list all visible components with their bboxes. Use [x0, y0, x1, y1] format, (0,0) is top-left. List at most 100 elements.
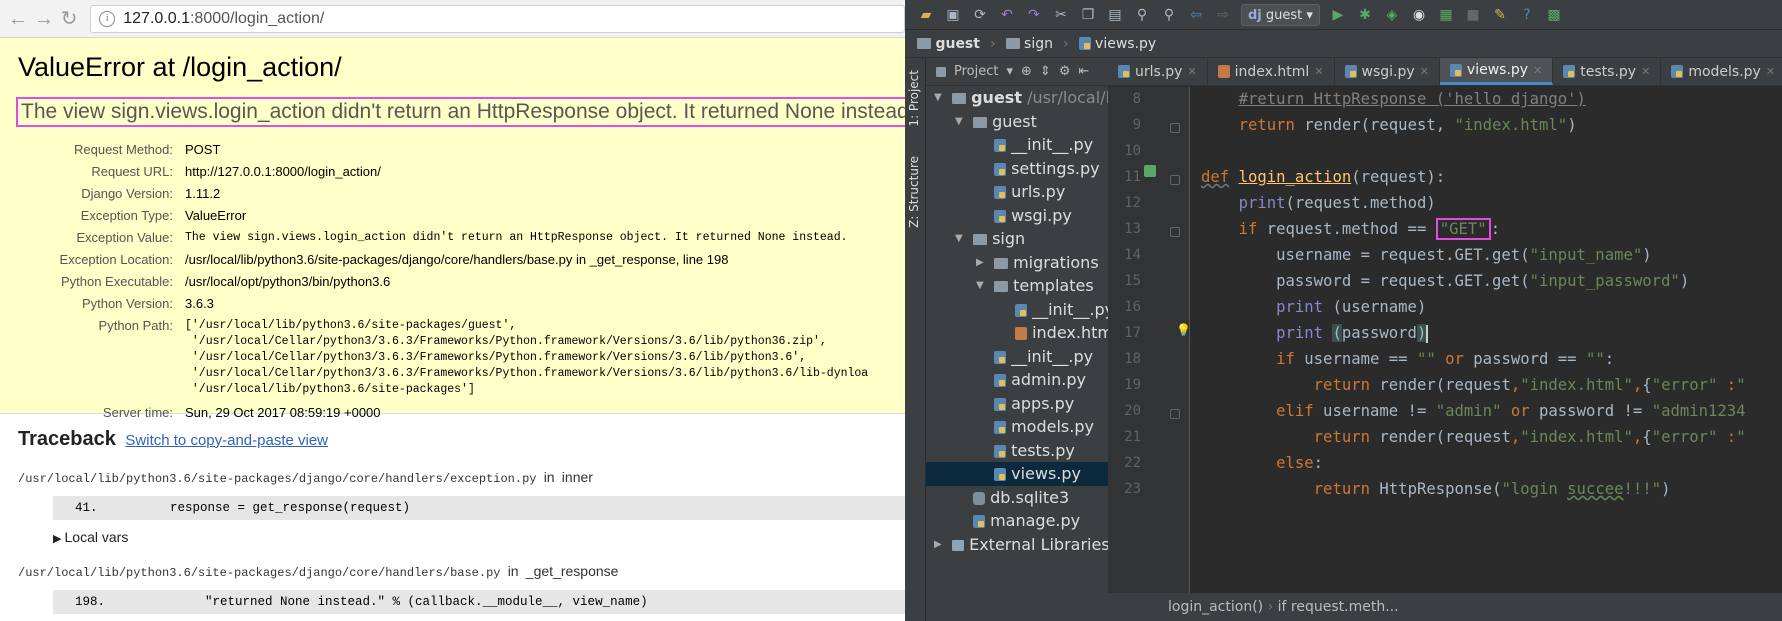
hide-icon[interactable]: ⇤ [1078, 64, 1089, 79]
project-tree-item[interactable]: index.html [926, 321, 1108, 345]
frame-context-line[interactable]: 41. response = get_response(request) [53, 496, 905, 520]
project-tree-item[interactable]: settings.py [926, 157, 1108, 181]
code-editor[interactable]: #return HttpResponse ('hello django') re… [1191, 87, 1782, 593]
forward-icon[interactable]: → [34, 8, 54, 30]
breadcrumb-if[interactable]: if request.meth... [1278, 599, 1399, 615]
expanded-arrow-icon[interactable]: ▼ [976, 274, 984, 298]
info-icon[interactable]: i [99, 10, 116, 27]
debug-icon[interactable]: ✱ [1356, 7, 1374, 23]
close-icon[interactable]: ✕ [1766, 65, 1775, 78]
frame-context-line[interactable]: 198. "returned None instead." % (callback… [53, 590, 905, 614]
project-tree-item[interactable]: __init__.py [926, 298, 1108, 322]
cut-icon[interactable]: ✂ [1052, 7, 1070, 23]
project-tree-item[interactable]: manage.py [926, 509, 1108, 533]
collapsed-arrow-icon[interactable]: ▶ [934, 533, 942, 557]
copy-paste-view-link[interactable]: Switch to copy-and-paste view [125, 432, 328, 449]
project-tree-item[interactable]: ▼ guest /usr/local/lib/ [926, 86, 1108, 110]
frame-code: "returned None instead." % (callback.__m… [205, 595, 648, 609]
structure-tool-tab[interactable]: Z: Structure [907, 156, 921, 228]
run-config-label: guest [1265, 7, 1303, 23]
gear-icon[interactable]: ⚙ [1059, 64, 1071, 79]
frame-file-name: /usr/local/lib/python3.6/site-packages/d… [18, 566, 501, 580]
settings-icon[interactable]: ✎ [1491, 7, 1509, 23]
lightbulb-icon[interactable]: 💡 [1176, 323, 1191, 337]
project-tree-item[interactable]: db.sqlite3 [926, 486, 1108, 510]
close-icon[interactable]: ✕ [1641, 65, 1650, 78]
run-icon[interactable]: ▶ [1329, 7, 1347, 23]
editor-breadcrumb: login_action() › if request.meth... [1108, 593, 1782, 621]
project-tree-item[interactable]: ▼ sign [926, 227, 1108, 251]
folder-icon [994, 257, 1008, 269]
help-icon[interactable]: ? [1518, 7, 1536, 23]
replace-icon[interactable]: ⚲ [1160, 7, 1178, 23]
nav-crumb[interactable]: guest [917, 36, 980, 52]
editor-tab-views-py[interactable]: views.py ✕ [1439, 58, 1554, 85]
expanded-arrow-icon[interactable]: ▼ [955, 110, 963, 134]
nav-forward-icon[interactable]: ⇨ [1214, 7, 1232, 23]
project-tree-item[interactable]: ▶ migrations [926, 251, 1108, 275]
local-vars-toggle[interactable]: ▶ Local vars [53, 529, 905, 545]
project-tree-item[interactable]: ▼ guest [926, 110, 1108, 134]
address-bar[interactable]: i 127.0.0.1:8000/login_action/ [90, 4, 905, 33]
project-tree-item[interactable]: ▶ External Libraries [926, 533, 1108, 557]
code-line: if username == "" or password == "": [1276, 350, 1615, 368]
project-tree-item[interactable]: apps.py [926, 392, 1108, 416]
project-tree-item[interactable]: views.py [926, 462, 1108, 486]
folder-icon [917, 38, 931, 49]
fold-marker-icon[interactable] [1170, 175, 1180, 185]
close-icon[interactable]: ✕ [1314, 65, 1323, 78]
project-tree-item[interactable]: wsgi.py [926, 204, 1108, 228]
undo-icon[interactable]: ↶ [998, 7, 1016, 23]
terminal-icon[interactable]: ▩ [1545, 7, 1563, 23]
fold-marker-icon[interactable] [1170, 409, 1180, 419]
expanded-arrow-icon[interactable]: ▼ [934, 86, 942, 110]
expand-triangle-icon[interactable]: ▶ [53, 533, 65, 545]
paste-icon[interactable]: ▤ [1106, 7, 1124, 23]
profile-icon[interactable]: ◉ [1410, 7, 1428, 23]
project-tree-item[interactable]: __init__.py [926, 345, 1108, 369]
editor-tab-models-py[interactable]: models.py ✕ [1661, 58, 1782, 85]
stop-icon[interactable]: ■ [1464, 7, 1482, 23]
project-tree-item[interactable]: admin.py [926, 368, 1108, 392]
editor-tab-urls-py[interactable]: urls.py ✕ [1108, 58, 1208, 85]
project-view-select[interactable]: Project [954, 64, 998, 79]
find-icon[interactable]: ⚲ [1133, 7, 1151, 23]
project-tree-item[interactable]: models.py [926, 415, 1108, 439]
nav-crumb[interactable]: sign [1005, 36, 1053, 52]
copy-icon[interactable]: ❐ [1079, 7, 1097, 23]
meta-row: Request URL: http://127.0.0.1:8000/login_… [18, 161, 905, 183]
project-tree-item[interactable]: urls.py [926, 180, 1108, 204]
nav-crumb[interactable]: views.py [1078, 36, 1156, 52]
project-tool-tab[interactable]: 1: Project [907, 70, 921, 127]
project-tree-item[interactable]: __init__.py [926, 133, 1108, 157]
editor-tab-wsgi-py[interactable]: wsgi.py ✕ [1335, 58, 1440, 85]
project-tree-item[interactable]: ▼ templates [926, 274, 1108, 298]
vcs-icon[interactable]: ▦ [1437, 7, 1455, 23]
editor-tab-tests-py[interactable]: tests.py ✕ [1553, 58, 1662, 85]
save-icon[interactable]: ▣ [944, 7, 962, 23]
expanded-arrow-icon[interactable]: ▼ [955, 227, 963, 251]
frame-file-path: /usr/local/lib/python3.6/site-packages/d… [18, 469, 905, 486]
close-icon[interactable]: ✕ [1420, 65, 1429, 78]
nav-back-icon[interactable]: ⇦ [1187, 7, 1205, 23]
project-tree-item[interactable]: tests.py [926, 439, 1108, 463]
breadcrumb-function[interactable]: login_action() [1168, 599, 1263, 615]
sync-target-icon[interactable]: ⊕ [1021, 64, 1032, 79]
close-icon[interactable]: ✕ [1187, 65, 1196, 78]
open-folder-icon[interactable]: ▰ [917, 7, 935, 23]
coverage-icon[interactable]: ◈ [1383, 7, 1401, 23]
fold-marker-icon[interactable] [1170, 123, 1180, 133]
back-icon[interactable]: ← [8, 8, 28, 30]
tree-item-label: guest [971, 88, 1022, 107]
sync-icon[interactable]: ⟳ [971, 7, 989, 23]
close-icon[interactable]: ✕ [1533, 64, 1542, 77]
reload-icon[interactable]: ↻ [60, 8, 78, 30]
fold-marker-icon[interactable] [1170, 227, 1180, 237]
editor-tab-index-html[interactable]: index.html ✕ [1208, 58, 1335, 85]
collapsed-arrow-icon[interactable]: ▶ [976, 251, 984, 275]
collapse-icon[interactable]: ⇕ [1040, 64, 1051, 79]
run-config-select[interactable]: dj guest ▾ [1241, 3, 1320, 26]
python-path-entry: '/usr/local/Cellar/python3/3.6.3/Framewo… [185, 367, 869, 380]
redo-icon[interactable]: ↷ [1025, 7, 1043, 23]
dropdown-icon[interactable]: ▾ [1006, 64, 1013, 79]
